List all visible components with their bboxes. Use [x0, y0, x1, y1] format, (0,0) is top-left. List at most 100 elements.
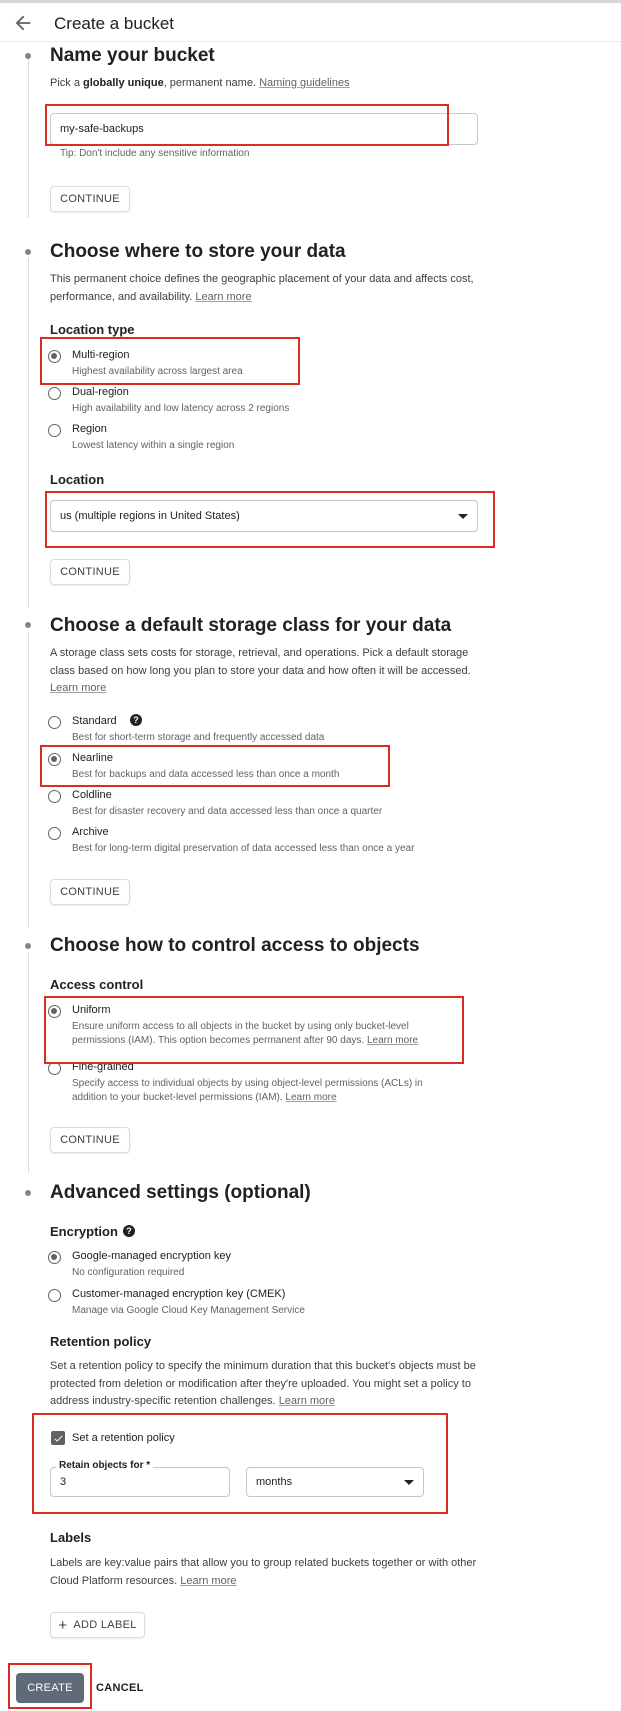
- learn-more-link[interactable]: Learn more: [279, 1395, 335, 1407]
- checkmark-icon: [54, 1435, 63, 1442]
- option-label: Dual-region: [72, 386, 129, 398]
- cancel-button[interactable]: CANCEL: [96, 1677, 144, 1699]
- option-label: Customer-managed encryption key (CMEK): [72, 1288, 286, 1300]
- learn-more-link[interactable]: Learn more: [367, 1035, 418, 1046]
- location-select[interactable]: us (multiple regions in United States): [50, 500, 478, 532]
- option-desc: Ensure uniform access to all objects in …: [72, 1020, 457, 1047]
- radio-coldline[interactable]: [48, 790, 61, 803]
- option-desc: High availability and low latency across…: [72, 403, 290, 414]
- radio-google-managed-key[interactable]: [48, 1251, 61, 1264]
- option-label: Region: [72, 423, 107, 435]
- radio-uniform[interactable]: [48, 1005, 61, 1018]
- section-title-name: Name your bucket: [50, 45, 215, 66]
- radio-fine-grained[interactable]: [48, 1062, 61, 1075]
- stepper-rail: [28, 58, 29, 218]
- option-desc: Best for short-term storage and frequent…: [72, 732, 325, 743]
- radio-multi-region[interactable]: [48, 350, 61, 363]
- top-bar: Create a bucket: [0, 0, 621, 42]
- desc-bold: globally unique: [83, 77, 164, 89]
- option-label: Archive: [72, 826, 109, 838]
- desc-prefix: Pick a: [50, 77, 84, 89]
- help-icon[interactable]: ?: [123, 1225, 135, 1237]
- retention-checkbox-label: Set a retention policy: [72, 1432, 175, 1444]
- step-dot: [25, 622, 31, 628]
- option-desc: Lowest latency within a single region: [72, 440, 235, 451]
- retention-desc-text: Set a retention policy to specify the mi…: [50, 1360, 476, 1407]
- location-type-heading: Location type: [50, 322, 135, 337]
- option-desc: No configuration required: [72, 1267, 185, 1278]
- retain-unit-value: months: [256, 1476, 293, 1488]
- option-desc: Manage via Google Cloud Key Management S…: [72, 1305, 305, 1316]
- step-dot: [25, 1190, 31, 1196]
- continue-button-name[interactable]: CONTINUE: [50, 186, 130, 212]
- desc-suffix: , permanent name.: [163, 77, 257, 89]
- bucket-name-input[interactable]: my-safe-backups: [50, 113, 478, 145]
- stepper-rail: [28, 258, 29, 608]
- option-desc-text: Ensure uniform access to all objects in …: [72, 1021, 409, 1046]
- retain-duration-input[interactable]: 3: [50, 1467, 230, 1497]
- learn-more-link[interactable]: Learn more: [285, 1092, 336, 1103]
- naming-guidelines-link[interactable]: Naming guidelines: [259, 77, 350, 89]
- radio-archive[interactable]: [48, 827, 61, 840]
- option-label: Nearline: [72, 752, 113, 764]
- help-icon[interactable]: ?: [130, 714, 142, 726]
- section-title-advanced: Advanced settings (optional): [50, 1182, 311, 1203]
- step-dot: [25, 249, 31, 255]
- continue-button-storage[interactable]: CONTINUE: [50, 879, 130, 905]
- learn-more-link[interactable]: Learn more: [180, 1575, 236, 1587]
- option-desc: Highest availability across largest area: [72, 366, 243, 377]
- retention-heading: Retention policy: [50, 1334, 152, 1349]
- radio-nearline[interactable]: [48, 753, 61, 766]
- storage-description: A storage class sets costs for storage, …: [50, 645, 480, 698]
- arrow-back-icon[interactable]: [12, 12, 34, 34]
- continue-button-location[interactable]: CONTINUE: [50, 559, 130, 585]
- retain-unit-select[interactable]: months: [246, 1467, 424, 1497]
- location-heading: Location: [50, 472, 105, 487]
- section-title-storage-class: Choose a default storage class for your …: [50, 615, 452, 636]
- continue-button-access[interactable]: CONTINUE: [50, 1127, 130, 1153]
- page-title: Create a bucket: [54, 14, 175, 33]
- option-label: Standard: [72, 715, 117, 727]
- option-label: Fine-grained: [72, 1061, 134, 1073]
- stepper-rail: [28, 632, 29, 927]
- step-dot: [25, 943, 31, 949]
- location-desc-text: This permanent choice defines the geogra…: [50, 273, 474, 303]
- location-description: This permanent choice defines the geogra…: [50, 271, 480, 306]
- option-label: Google-managed encryption key: [72, 1250, 231, 1262]
- retention-checkbox[interactable]: [51, 1431, 65, 1445]
- create-button[interactable]: CREATE: [16, 1673, 84, 1703]
- plus-icon: +: [58, 1616, 68, 1634]
- name-description: Pick a globally unique, permanent name. …: [50, 75, 480, 93]
- radio-standard[interactable]: [48, 716, 61, 729]
- dropdown-arrow-icon: [404, 1479, 414, 1485]
- encryption-heading: Encryption: [50, 1224, 118, 1239]
- option-desc: Best for long-term digital preservation …: [72, 843, 415, 854]
- retention-description: Set a retention policy to specify the mi…: [50, 1358, 490, 1411]
- labels-heading: Labels: [50, 1530, 92, 1545]
- option-desc: Best for disaster recovery and data acce…: [72, 806, 383, 817]
- storage-desc-text: A storage class sets costs for storage, …: [50, 647, 471, 677]
- section-title-location: Choose where to store your data: [50, 241, 346, 262]
- option-desc: Specify access to individual objects by …: [72, 1077, 457, 1104]
- labels-desc-text: Labels are key:value pairs that allow yo…: [50, 1557, 477, 1587]
- add-label-text: ADD LABEL: [73, 1619, 137, 1631]
- location-select-value: us (multiple regions in United States): [60, 510, 240, 522]
- radio-dual-region[interactable]: [48, 387, 61, 400]
- option-label: Uniform: [72, 1004, 111, 1016]
- stepper-rail: [28, 953, 29, 1173]
- radio-cmek[interactable]: [48, 1289, 61, 1302]
- dropdown-arrow-icon: [458, 513, 468, 519]
- labels-description: Labels are key:value pairs that allow yo…: [50, 1555, 490, 1590]
- learn-more-link[interactable]: Learn more: [50, 682, 106, 694]
- step-dot: [25, 53, 31, 59]
- option-label: Coldline: [72, 789, 112, 801]
- retain-duration-label: Retain objects for *: [56, 1460, 154, 1471]
- learn-more-link[interactable]: Learn more: [195, 291, 251, 303]
- radio-region[interactable]: [48, 424, 61, 437]
- option-label: Multi-region: [72, 349, 130, 361]
- retain-duration-value: 3: [60, 1476, 67, 1488]
- section-title-access: Choose how to control access to objects: [50, 935, 420, 956]
- add-label-button[interactable]: + ADD LABEL: [50, 1612, 145, 1638]
- option-desc: Best for backups and data accessed less …: [72, 769, 340, 780]
- option-desc-text: Specify access to individual objects by …: [72, 1078, 423, 1103]
